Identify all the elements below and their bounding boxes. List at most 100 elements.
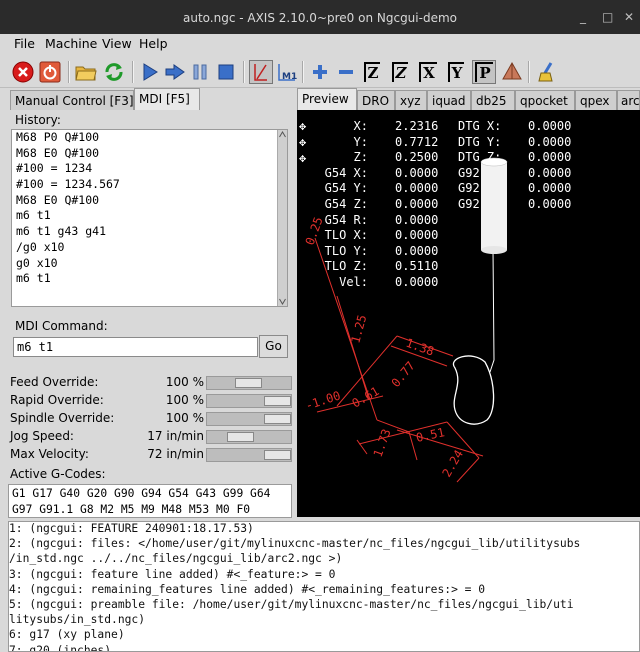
dro-dtg-value: 0.0000: [528, 119, 572, 133]
window-titlebar: auto.ngc - AXIS 2.10.0~pre0 on Ngcgui-de…: [0, 0, 640, 34]
history-item[interactable]: M68 P0 Q#100: [12, 130, 287, 146]
feed-override-value: 100 %: [165, 375, 204, 389]
go-button[interactable]: Go: [259, 335, 288, 358]
tab-db25[interactable]: db25: [471, 90, 515, 110]
history-list[interactable]: M68 P0 Q#100 M68 E0 Q#100 #100 = 1234 #1…: [11, 129, 288, 307]
history-item[interactable]: /g0 x10: [12, 240, 287, 256]
dro-value: 0.0000: [395, 228, 439, 243]
block-delete-icon[interactable]: [249, 60, 273, 84]
mdi-command-label: MDI Command:: [15, 319, 108, 333]
dro-dtg-label: DTG X:: [458, 119, 502, 133]
tab-iquad[interactable]: iquad: [427, 90, 471, 110]
minimize-icon[interactable]: _: [580, 10, 586, 24]
tab-xyz[interactable]: xyz: [395, 90, 427, 110]
dim-label: 0.51: [415, 425, 446, 445]
zoom-in-icon[interactable]: [308, 60, 332, 84]
menu-help[interactable]: Help: [139, 36, 168, 51]
program-line[interactable]: 1: (ngcgui: FEATURE 240901:18.17.53): [9, 522, 639, 537]
view-z2-icon[interactable]: Z: [388, 60, 412, 84]
clear-plot-icon[interactable]: [536, 60, 560, 84]
view-x-icon[interactable]: X: [416, 60, 440, 84]
rapid-override-label: Rapid Override:: [10, 393, 104, 407]
slider-handle[interactable]: [235, 378, 262, 388]
dro-value: 0.0000: [395, 181, 439, 196]
view-y-icon[interactable]: Y: [444, 60, 468, 84]
rotate-view-icon[interactable]: [500, 60, 524, 84]
open-file-icon[interactable]: [74, 60, 98, 84]
jog-speed-slider[interactable]: [206, 430, 292, 444]
toolbar-separator: [68, 61, 70, 83]
rapid-override-slider[interactable]: [206, 394, 292, 408]
estop-icon[interactable]: [11, 60, 35, 84]
rapid-override-row: Rapid Override: 100 %: [10, 392, 292, 410]
close-window-icon[interactable]: ✕: [624, 10, 634, 24]
max-velocity-label: Max Velocity:: [10, 447, 89, 461]
zoom-out-icon[interactable]: [334, 60, 358, 84]
dro-label: G54 X:: [324, 165, 368, 180]
max-velocity-slider[interactable]: [206, 448, 292, 462]
program-listing[interactable]: 1: (ngcgui: FEATURE 240901:18.17.53) 2: …: [8, 521, 640, 652]
slider-handle[interactable]: [227, 432, 254, 442]
history-item[interactable]: m6 t1 g43 g41: [12, 224, 287, 240]
menu-view[interactable]: View: [102, 36, 132, 51]
dro-value: 0.0000: [395, 243, 439, 258]
feed-override-label: Feed Override:: [10, 375, 99, 389]
jog-speed-row: Jog Speed: 17 in/min: [10, 428, 292, 446]
preview-canvas[interactable]: 0.25 1.25 1.38 0.77 0.61 -1.00 1.73 0.51…: [297, 110, 640, 517]
feed-override-slider[interactable]: [206, 376, 292, 390]
active-gcodes-line: G1 G17 G40 G20 G90 G94 G54 G43 G99 G64: [12, 487, 271, 500]
history-item[interactable]: M68 E0 Q#100: [12, 146, 287, 162]
menu-file[interactable]: File: [14, 36, 35, 51]
program-line[interactable]: 3: (ngcgui: feature line added) #<_featu…: [9, 568, 639, 583]
machine-power-icon[interactable]: [38, 60, 62, 84]
view-p-icon[interactable]: P: [472, 60, 496, 84]
slider-handle[interactable]: [264, 396, 291, 406]
spindle-override-slider[interactable]: [206, 412, 292, 426]
homed-icon: ✥: [299, 135, 307, 149]
dim-label: 1.25: [348, 313, 369, 345]
history-scrollbar[interactable]: [277, 130, 287, 306]
slider-handle[interactable]: [264, 414, 291, 424]
tab-arc[interactable]: arc: [617, 90, 640, 110]
history-item[interactable]: #100 = 1234.567: [12, 177, 287, 193]
program-line[interactable]: 7: g20 (inches): [9, 644, 639, 652]
history-item[interactable]: m6 t1: [12, 208, 287, 224]
dro-value: 0.7712: [395, 134, 439, 149]
view-z-icon[interactable]: Z: [360, 60, 384, 84]
pause-icon[interactable]: [188, 60, 212, 84]
tab-dro[interactable]: DRO: [357, 90, 395, 110]
tab-qpocket[interactable]: qpocket: [515, 90, 575, 110]
history-item[interactable]: m6 t1: [12, 271, 287, 287]
program-line[interactable]: 2: (ngcgui: files: </home/user/git/mylin…: [9, 537, 639, 552]
tab-preview[interactable]: Preview: [297, 88, 357, 110]
optional-stop-icon[interactable]: M1: [275, 60, 299, 84]
tab-mdi[interactable]: MDI [F5]: [134, 88, 200, 110]
max-velocity-value: 72 in/min: [147, 447, 204, 461]
reload-icon[interactable]: [102, 60, 126, 84]
program-line[interactable]: /in_std.ngc ../../nc_files/ngcgui_lib/ar…: [9, 552, 639, 567]
history-item[interactable]: g0 x10: [12, 256, 287, 272]
dro-dtg-label: DTG Z:: [458, 150, 502, 165]
program-line[interactable]: 4: (ngcgui: remaining_features line adde…: [9, 583, 639, 598]
program-line[interactable]: 6: g17 (xy plane): [9, 628, 639, 643]
dro-label: TLO Y:: [324, 243, 368, 258]
maximize-icon[interactable]: □: [602, 10, 613, 24]
step-icon[interactable]: [163, 60, 187, 84]
program-line[interactable]: litysubs/in_std.ngc): [9, 613, 639, 628]
toolbar-separator: [528, 61, 530, 83]
tab-qpex[interactable]: qpex: [575, 90, 617, 110]
menu-machine[interactable]: Machine: [45, 36, 97, 51]
history-item[interactable]: #100 = 1234: [12, 161, 287, 177]
dim-label: -1.00: [304, 388, 343, 412]
stop-icon[interactable]: [214, 60, 238, 84]
toolbar-separator: [243, 61, 245, 83]
slider-handle[interactable]: [264, 450, 291, 460]
mdi-command-input[interactable]: m6 t1: [13, 337, 258, 357]
tab-manual-control[interactable]: Manual Control [F3]: [10, 90, 134, 110]
active-gcodes-box: G1 G17 G40 G20 G90 G94 G54 G43 G99 G64 G…: [8, 484, 292, 518]
history-item[interactable]: M68 E0 Q#100: [12, 193, 287, 209]
dro-dtg-label: G92: [458, 197, 480, 211]
run-icon[interactable]: [138, 60, 162, 84]
program-line[interactable]: 5: (ngcgui: preamble file: /home/user/gi…: [9, 598, 639, 613]
dro-dtg-label: G92: [458, 165, 480, 180]
